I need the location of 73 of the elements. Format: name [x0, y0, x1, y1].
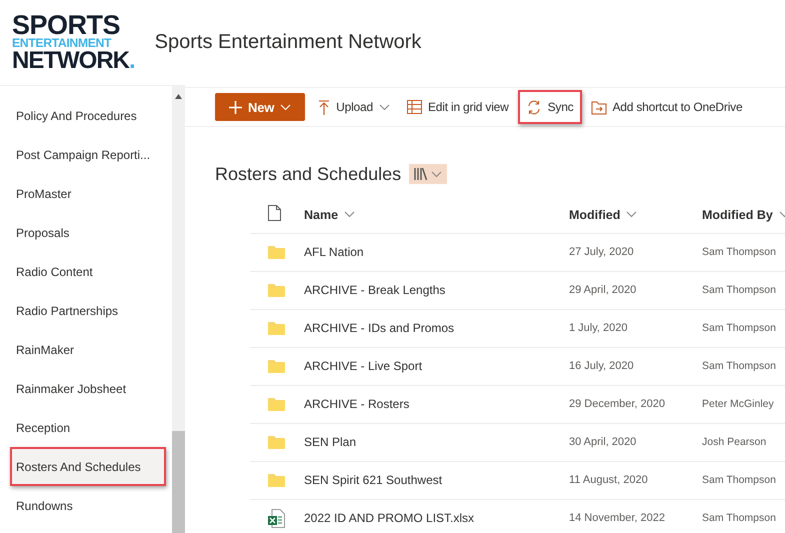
file-name-link[interactable]: ARCHIVE - Live Sport — [304, 359, 422, 373]
modified-date: 29 December, 2020 — [569, 398, 666, 410]
file-name-link[interactable]: AFL Nation — [304, 245, 364, 259]
logo-text: SPORTS — [12, 13, 122, 37]
modified-date: 11 August, 2020 — [569, 474, 648, 486]
nav-item[interactable]: Proposals — [12, 213, 172, 252]
folder-icon — [268, 474, 285, 486]
modified-by-name: Sam Thompson — [702, 360, 776, 372]
file-name-link[interactable]: ARCHIVE - Rosters — [304, 397, 410, 411]
modified-date: 27 July, 2020 — [569, 246, 634, 258]
folder-icon — [268, 360, 285, 372]
modified-date: 30 April, 2020 — [569, 436, 636, 448]
modified-by-name: Josh Pearson — [702, 436, 766, 448]
file-name-link[interactable]: SEN Plan — [304, 435, 356, 449]
sync-icon — [526, 100, 542, 114]
upload-arrow-icon — [318, 100, 330, 114]
nav-item[interactable]: Reception — [12, 408, 172, 447]
logo-dot: . — [128, 47, 135, 74]
modified-date: 29 April, 2020 — [569, 284, 636, 296]
modified-by-name: Peter McGinley — [702, 398, 774, 410]
file-name-link[interactable]: SEN Spirit 621 Southwest — [304, 473, 442, 487]
view-switcher-button[interactable] — [409, 164, 448, 184]
toolbar-button[interactable]: Sync — [518, 90, 582, 124]
folder-icon — [268, 322, 285, 334]
toolbar-button[interactable]: Add shortcut to OneDrive — [582, 90, 750, 124]
chevron-down-icon — [626, 211, 638, 218]
modified-by-name: Sam Thompson — [702, 474, 776, 486]
modified-by-name: Sam Thompson — [702, 246, 776, 258]
folder-icon — [268, 436, 285, 448]
modified-date: 1 July, 2020 — [569, 322, 628, 334]
file-name-link[interactable]: ARCHIVE - IDs and Promos — [304, 321, 454, 335]
toolbar-button[interactable]: Edit in grid view — [398, 90, 517, 124]
column-header[interactable]: Name — [304, 208, 356, 222]
modified-by-name: Sam Thompson — [702, 322, 776, 334]
spreadsheet-file-icon — [268, 508, 285, 528]
modified-by-name: Sam Thompson — [702, 512, 776, 524]
library-icon — [414, 168, 428, 180]
modified-date: 16 July, 2020 — [569, 360, 634, 372]
toolbar-button[interactable]: Upload — [310, 90, 398, 124]
nav-item[interactable]: Post Campaign Reporti... — [12, 135, 172, 174]
nav-item[interactable]: RainMaker — [12, 330, 172, 369]
column-header[interactable]: Modified By — [702, 208, 785, 222]
scroll-up-icon[interactable] — [175, 94, 182, 99]
nav-item[interactable]: Policy And Procedures — [12, 96, 172, 135]
scrollbar-thumb[interactable] — [172, 431, 185, 533]
grid-icon — [406, 100, 422, 114]
nav-item[interactable]: Rosters And Schedules — [10, 447, 166, 486]
nav-item[interactable]: Radio Content — [12, 252, 172, 291]
folder-icon — [268, 284, 285, 296]
scrollbar[interactable] — [172, 86, 185, 533]
folder-link-icon — [590, 100, 606, 114]
nav-item[interactable]: Rundowns — [12, 486, 172, 525]
file-name-link[interactable]: ARCHIVE - Break Lengths — [304, 283, 446, 297]
chevron-down-icon — [378, 104, 390, 110]
column-header[interactable]: Modified — [569, 208, 638, 222]
chevron-down-icon — [344, 211, 356, 218]
chevron-down-icon — [280, 104, 292, 110]
new-button[interactable]: New — [215, 93, 306, 121]
nav-item[interactable]: ProMaster — [12, 174, 172, 213]
nav-item[interactable]: Radio Partnerships — [12, 291, 172, 330]
file-name-link[interactable]: 2022 ID AND PROMO LIST.xlsx — [304, 511, 474, 525]
modified-by-name: Sam Thompson — [702, 284, 776, 296]
plus-icon — [229, 100, 242, 114]
folder-icon — [268, 246, 285, 258]
logo-text: NETWORK — [12, 47, 129, 74]
library-title: Rosters and Schedules — [215, 164, 402, 184]
file-icon — [268, 205, 281, 222]
nav-item[interactable]: Rainmaker Jobsheet — [12, 369, 172, 408]
logo-text: ENTERTAINMENT — [12, 37, 112, 50]
site-title[interactable]: Sports Entertainment Network — [154, 31, 422, 54]
folder-icon — [268, 398, 285, 410]
chevron-down-icon — [431, 170, 442, 178]
modified-date: 14 November, 2022 — [569, 512, 666, 524]
